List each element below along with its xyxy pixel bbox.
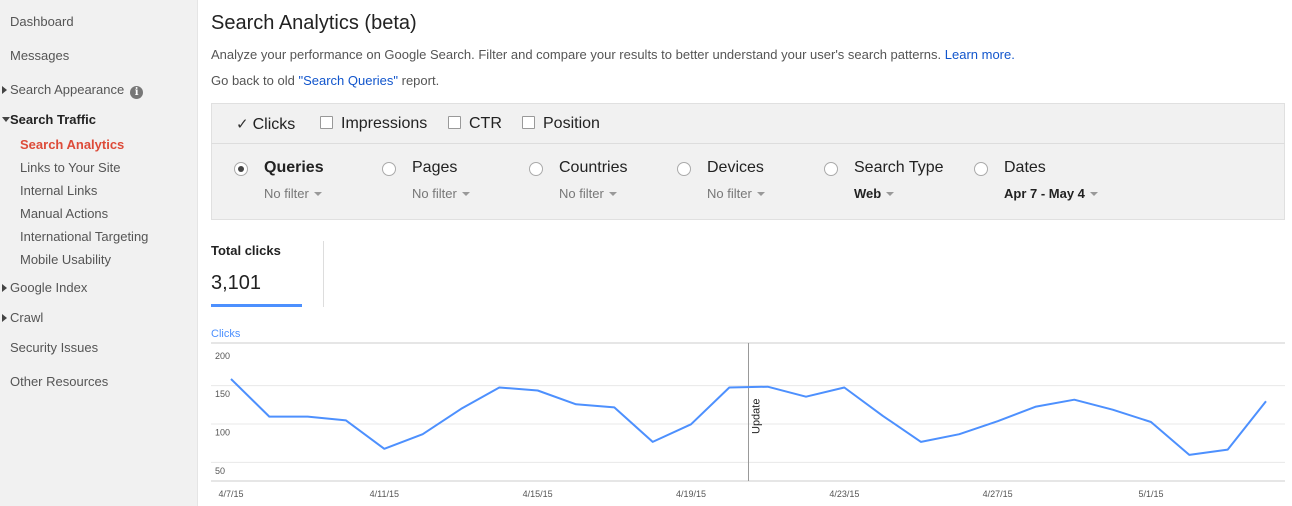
x-tick-label: 4/27/15 <box>983 489 1013 499</box>
x-tick-label: 5/1/15 <box>1138 489 1163 499</box>
annotation-label: Update <box>751 399 763 434</box>
chart-container: Clicks 50 100 150 200 4/7/15 4/11/15 4/15/15 4/1… <box>0 0 1292 506</box>
y-tick-label: 100 <box>215 428 230 438</box>
clicks-line-chart[interactable]: Clicks 50 100 150 200 4/7/15 4/11/15 4/15/15 4/1… <box>0 0 1292 506</box>
x-tick-label: 4/7/15 <box>218 489 243 499</box>
x-tick-label: 4/11/15 <box>370 489 399 499</box>
y-tick-label: 200 <box>215 351 230 361</box>
x-tick-label: 4/23/15 <box>829 489 859 499</box>
y-tick-label: 150 <box>215 389 230 399</box>
y-axis-label: Clicks <box>211 328 241 340</box>
x-tick-label: 4/19/15 <box>676 489 706 499</box>
x-tick-label: 4/15/15 <box>523 489 553 499</box>
y-tick-label: 50 <box>215 466 225 476</box>
